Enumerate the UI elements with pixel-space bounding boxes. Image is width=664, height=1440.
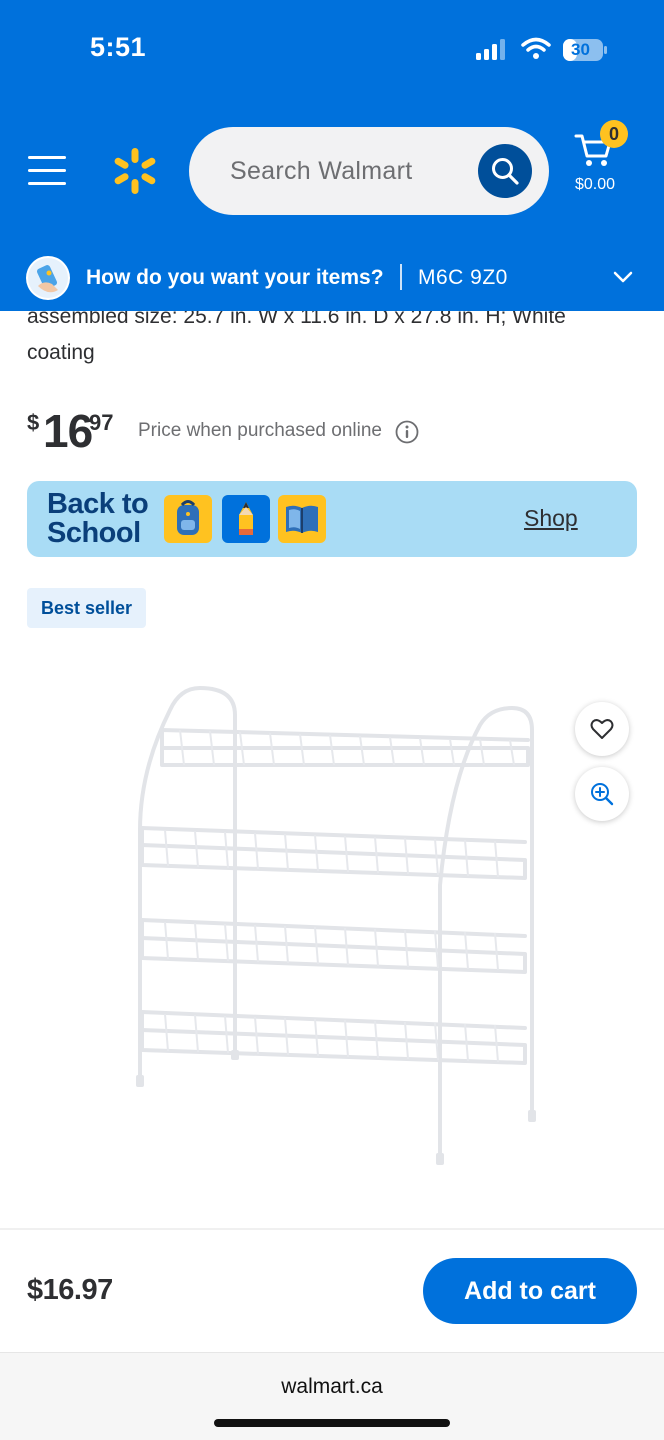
cart-count-badge: 0 <box>600 120 628 148</box>
promo-shop-link[interactable]: Shop <box>524 505 578 532</box>
promo-title: Back to School <box>47 488 149 549</box>
delivery-selector[interactable]: How do you want your items? M6C 9Z0 <box>0 252 664 311</box>
battery-icon: 30 <box>562 38 608 62</box>
price-currency: $ <box>27 410 40 435</box>
status-time: 5:51 <box>90 32 147 62</box>
book-icon <box>278 495 326 543</box>
search-placeholder: Search Walmart <box>230 157 413 185</box>
back-to-school-banner[interactable]: Back to School Shop <box>27 481 637 557</box>
search-icon <box>492 158 519 185</box>
search-button[interactable] <box>478 144 532 198</box>
favorite-button[interactable] <box>575 702 629 756</box>
walmart-spark-logo[interactable] <box>110 146 160 196</box>
description-line-1: assembled size: 25.7 in. W x 11.6 in. D … <box>27 311 566 328</box>
info-icon[interactable] <box>395 420 419 444</box>
app-header: 5:51 30 Search Walmart 0 $0.00 How do yo… <box>0 0 664 311</box>
price-whole: 16 <box>43 405 93 457</box>
shoe-rack-product-image[interactable] <box>120 670 550 1170</box>
backpack-icon <box>164 495 212 543</box>
zoom-in-icon <box>591 783 614 806</box>
promo-title-line-1: Back to <box>47 488 149 520</box>
promo-title-line-2: School <box>47 517 141 549</box>
status-bar: 5:51 30 <box>0 0 664 100</box>
delivery-separator <box>400 264 402 290</box>
price-row: $ 16 97 Price when purchased online <box>27 404 647 460</box>
chevron-down-icon[interactable] <box>612 270 634 284</box>
price-cents: 97 <box>89 410 114 435</box>
cart-button[interactable]: 0 $0.00 <box>572 120 632 206</box>
price-note: Price when purchased online <box>138 420 382 441</box>
home-indicator[interactable] <box>214 1419 450 1427</box>
description-line-2: coating <box>27 341 95 364</box>
add-to-cart-button[interactable]: Add to cart <box>423 1258 637 1324</box>
hamburger-menu-icon[interactable] <box>28 154 66 186</box>
battery-level: 30 <box>571 40 590 59</box>
cart-total: $0.00 <box>575 176 616 193</box>
bottom-price: $16.97 <box>27 1274 113 1306</box>
browser-url: walmart.ca <box>281 1375 383 1398</box>
nav-row: Search Walmart 0 $0.00 <box>0 120 664 216</box>
cellular-signal-icon <box>476 39 505 60</box>
delivery-question: How do you want your items? <box>86 266 384 289</box>
best-seller-badge: Best seller <box>27 588 147 628</box>
delivery-phone-icon <box>26 256 70 300</box>
zoom-button[interactable] <box>575 767 629 821</box>
wifi-icon <box>521 37 551 59</box>
delivery-postal-code: M6C 9Z0 <box>418 266 508 289</box>
browser-url-bar[interactable]: walmart.ca <box>0 1352 664 1440</box>
pencil-icon <box>222 495 270 543</box>
heart-icon <box>590 719 614 739</box>
search-input[interactable]: Search Walmart <box>189 127 549 215</box>
sticky-add-to-cart-bar: $16.97 Add to cart <box>0 1230 664 1352</box>
product-description: assembled size: 25.7 in. W x 11.6 in. D … <box>27 311 647 371</box>
